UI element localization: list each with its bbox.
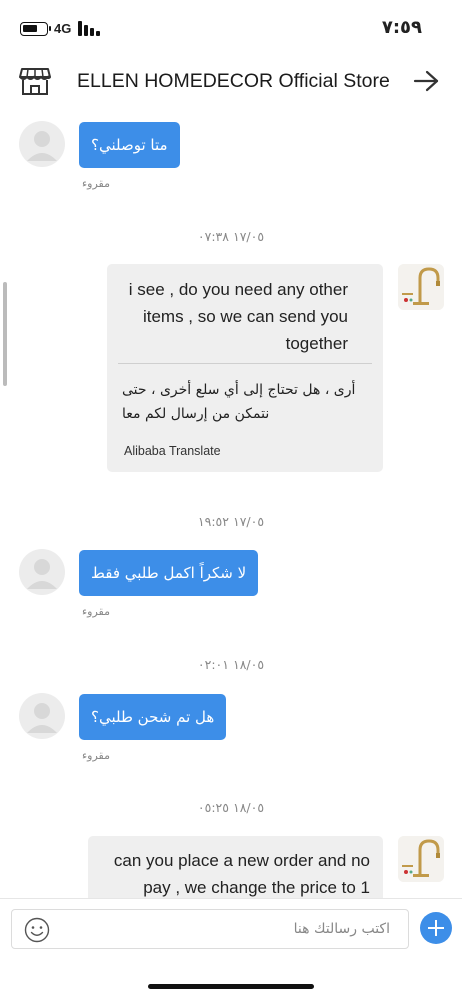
message-original-text: i see , do you need any other items , so… <box>118 276 348 357</box>
message-bubble-incoming[interactable]: can you place a new order and no pay , w… <box>88 836 383 898</box>
home-indicator[interactable] <box>148 984 314 989</box>
message-line: together <box>285 334 348 353</box>
battery-icon <box>20 22 51 36</box>
user-avatar-icon <box>27 559 57 589</box>
faucet-thumbnail-icon <box>398 264 444 310</box>
message-input[interactable] <box>62 910 400 948</box>
user-avatar <box>19 121 65 167</box>
network-type: 4G <box>54 21 72 36</box>
message-timestamp: ١٧/٠٥ ٠٧:٣٨ <box>197 229 265 244</box>
signal-icon <box>78 21 102 36</box>
clock: ٧:٥٩ <box>381 17 422 38</box>
storefront-icon[interactable] <box>19 66 51 96</box>
read-status: مقروء <box>82 749 111 762</box>
seller-avatar <box>398 836 444 882</box>
user-avatar-icon <box>27 703 57 733</box>
message-timestamp: ١٨/٠٥ ٠٢:٠١ <box>197 657 265 672</box>
faucet-thumbnail-icon <box>398 836 444 882</box>
user-avatar-icon <box>27 131 57 161</box>
message-translated-text: أرى ، هل تحتاج إلى أي سلع أخرى ، حتى نتم… <box>122 378 370 426</box>
smiley-icon[interactable] <box>24 917 50 943</box>
message-bubble-outgoing[interactable]: متا توصلني؟ <box>79 122 180 168</box>
message-original-text: can you place a new order and no pay , w… <box>95 847 370 898</box>
user-avatar <box>19 549 65 595</box>
translator-label: Alibaba Translate <box>124 444 221 458</box>
status-bar: 4G ٧:٥٩ <box>0 0 462 56</box>
composer-bar <box>0 898 462 960</box>
message-list[interactable]: متا توصلني؟ مقروء ١٧/٠٥ ٠٧:٣٨ i see , do… <box>0 106 462 898</box>
translation-divider <box>118 363 372 364</box>
message-bubble-outgoing[interactable]: لا شكراً اكمل طلبي فقط <box>79 550 259 596</box>
message-input-box[interactable] <box>11 909 409 949</box>
message-line: أرى ، هل تحتاج إلى أي سلع أخرى ، حتى <box>122 382 356 398</box>
message-line: i see , do you need any other <box>128 280 348 299</box>
chat-header: ELLEN HOMEDECOR Official Store <box>0 56 462 106</box>
message-line: items , so we can send you <box>142 307 348 326</box>
seller-avatar <box>398 264 444 310</box>
arrow-right-icon[interactable] <box>412 69 440 93</box>
message-line: can you place a new order and no <box>113 851 370 870</box>
message-bubble-outgoing[interactable]: هل تم شحن طلبي؟ <box>79 694 227 740</box>
user-avatar <box>19 693 65 739</box>
read-status: مقروء <box>82 605 111 618</box>
message-line: pay , we change the price to 1 <box>143 878 370 897</box>
add-attachment-button[interactable] <box>420 912 452 944</box>
message-timestamp: ١٧/٠٥ ١٩:٥٢ <box>197 514 265 529</box>
message-line: نتمكن من إرسال لكم معا <box>122 406 270 422</box>
read-status: مقروء <box>82 177 111 190</box>
message-timestamp: ١٨/٠٥ ٠٥:٢٥ <box>197 800 265 815</box>
store-name[interactable]: ELLEN HOMEDECOR Official Store <box>77 70 390 93</box>
message-bubble-incoming[interactable]: i see , do you need any other items , so… <box>107 264 383 472</box>
